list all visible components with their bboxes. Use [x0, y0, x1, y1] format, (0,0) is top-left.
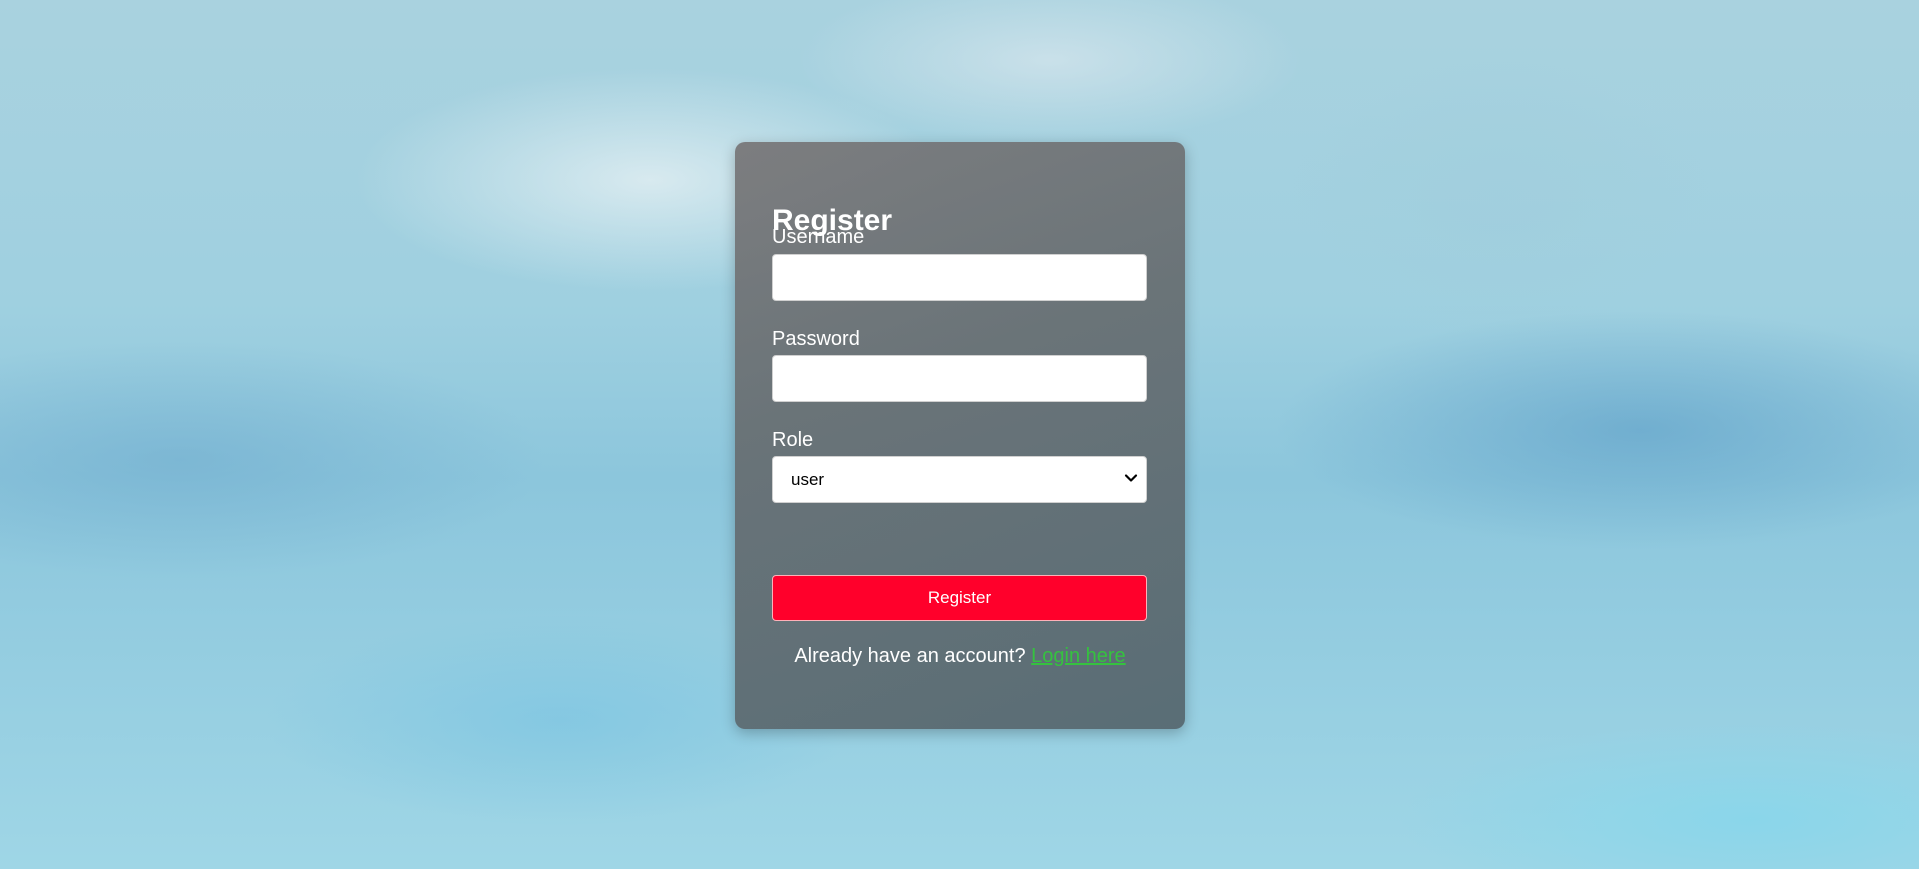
username-input[interactable]	[772, 254, 1147, 301]
role-label: Role	[772, 429, 814, 451]
register-card: Register Username Password Role user Reg…	[735, 142, 1185, 729]
login-prompt-text: Already have an account?	[794, 645, 1026, 667]
password-label: Password	[772, 328, 860, 350]
role-select-value: user	[791, 469, 825, 489]
login-prompt: Already have an account? Login here	[735, 645, 1185, 668]
register-button[interactable]: Register	[772, 575, 1147, 621]
username-label: Username	[772, 226, 865, 248]
password-input[interactable]	[772, 355, 1147, 402]
role-select[interactable]: user	[772, 456, 1147, 503]
login-link[interactable]: Login here	[1031, 645, 1126, 667]
chevron-down-icon	[1124, 474, 1138, 482]
